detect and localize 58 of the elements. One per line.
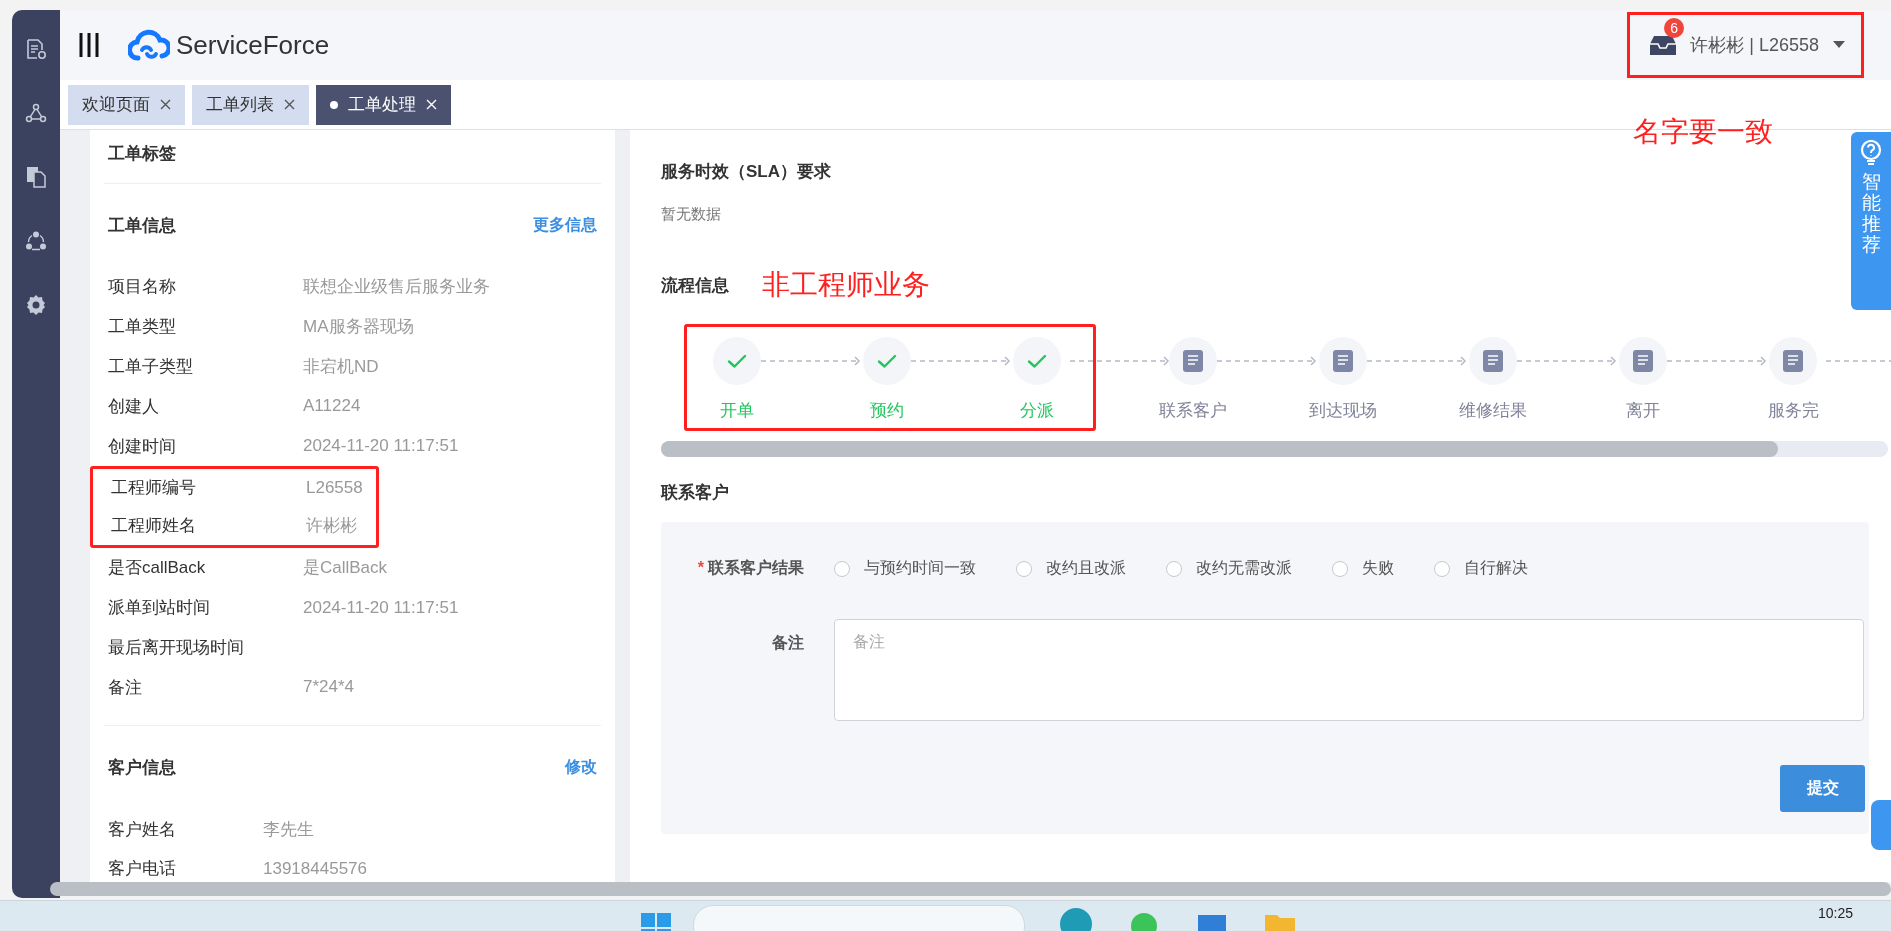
radio-option[interactable]: 改约无需改派 — [1166, 558, 1292, 579]
field-value: 7*24*4 — [303, 677, 355, 698]
field-label: 创建人 — [108, 395, 160, 418]
radio-option[interactable]: 失败 — [1332, 558, 1394, 579]
radio-option[interactable]: 与预约时间一致 — [834, 558, 976, 579]
radio-option[interactable]: 自行解决 — [1434, 558, 1528, 579]
section-title: 工单标签 — [108, 144, 176, 163]
tab[interactable]: 欢迎页面 — [68, 84, 185, 125]
field-label: 创建时间 — [108, 435, 177, 458]
step-label: 开单 — [720, 400, 754, 422]
radio-option[interactable]: 改约且改派 — [1016, 558, 1126, 579]
field-value: 非宕机ND — [303, 356, 379, 378]
field-value: 李先生 — [263, 818, 314, 841]
tab[interactable]: 工单列表 — [192, 84, 309, 125]
section-title: 工单信息 — [108, 215, 176, 237]
field-label: 工单子类型 — [108, 356, 194, 378]
field-label: 客户电话 — [108, 858, 177, 881]
field-label: 工程师姓名 — [111, 515, 197, 538]
section-title: 联系客户 — [661, 482, 729, 504]
field-value: A11224 — [303, 396, 361, 417]
field-label: 工程师编号 — [111, 477, 197, 500]
step-label: 服务完 — [1767, 400, 1819, 422]
section-title: 客户信息 — [108, 757, 176, 780]
field-value: 2024-11-20 11:17:51 — [303, 597, 459, 618]
step-label: 联系客户 — [1159, 400, 1227, 422]
empty-text: 暂无数据 — [661, 205, 721, 224]
field-value: 许彬彬 — [306, 515, 357, 538]
step-label: 离开 — [1626, 400, 1660, 422]
annotation-text: 非工程师业务 — [762, 268, 930, 302]
field-value: L26558 — [306, 478, 363, 498]
field-label: 项目名称 — [108, 276, 177, 299]
step-label: 维修结果 — [1459, 400, 1527, 422]
field-label: 客户姓名 — [108, 818, 177, 841]
step-label: 预约 — [870, 400, 904, 422]
field-label: 备注 — [108, 676, 143, 699]
section-title: 流程信息 — [661, 274, 729, 297]
field-label: 最后离开现场时间 — [108, 636, 245, 659]
field-value: 13918445576 — [263, 858, 367, 879]
section-title: 服务时效（SLA）要求 — [661, 161, 831, 183]
field-value: 2024-11-20 11:17:51 — [303, 436, 459, 457]
field-label: 派单到站时间 — [108, 597, 211, 620]
step-label: 到达现场 — [1309, 400, 1377, 422]
app-title: ServiceForce — [176, 29, 330, 61]
notes-field[interactable]: 备注 — [834, 619, 1864, 721]
field-label: 工单类型 — [108, 316, 177, 339]
field-value: MA服务器现场 — [303, 316, 414, 339]
field-value: 联想企业级售后服务业务 — [303, 276, 490, 299]
user-name[interactable]: 许彬彬 | L26558 — [1690, 33, 1819, 57]
annotation-text: 名字要一致 — [1633, 115, 1773, 149]
tab[interactable]: 工单处理 — [316, 84, 451, 125]
field-value: 是CallBack — [303, 557, 388, 580]
notification-badge: 6 — [1664, 18, 1685, 38]
form-label: * 联系客户结果 — [696, 558, 804, 578]
form-label: 备注 — [771, 633, 804, 653]
field-label: 是否callBack — [108, 557, 207, 580]
step-label: 分派 — [1020, 400, 1054, 422]
clock-time: 10:25 — [1817, 905, 1853, 921]
required-mark: * — [697, 559, 704, 576]
